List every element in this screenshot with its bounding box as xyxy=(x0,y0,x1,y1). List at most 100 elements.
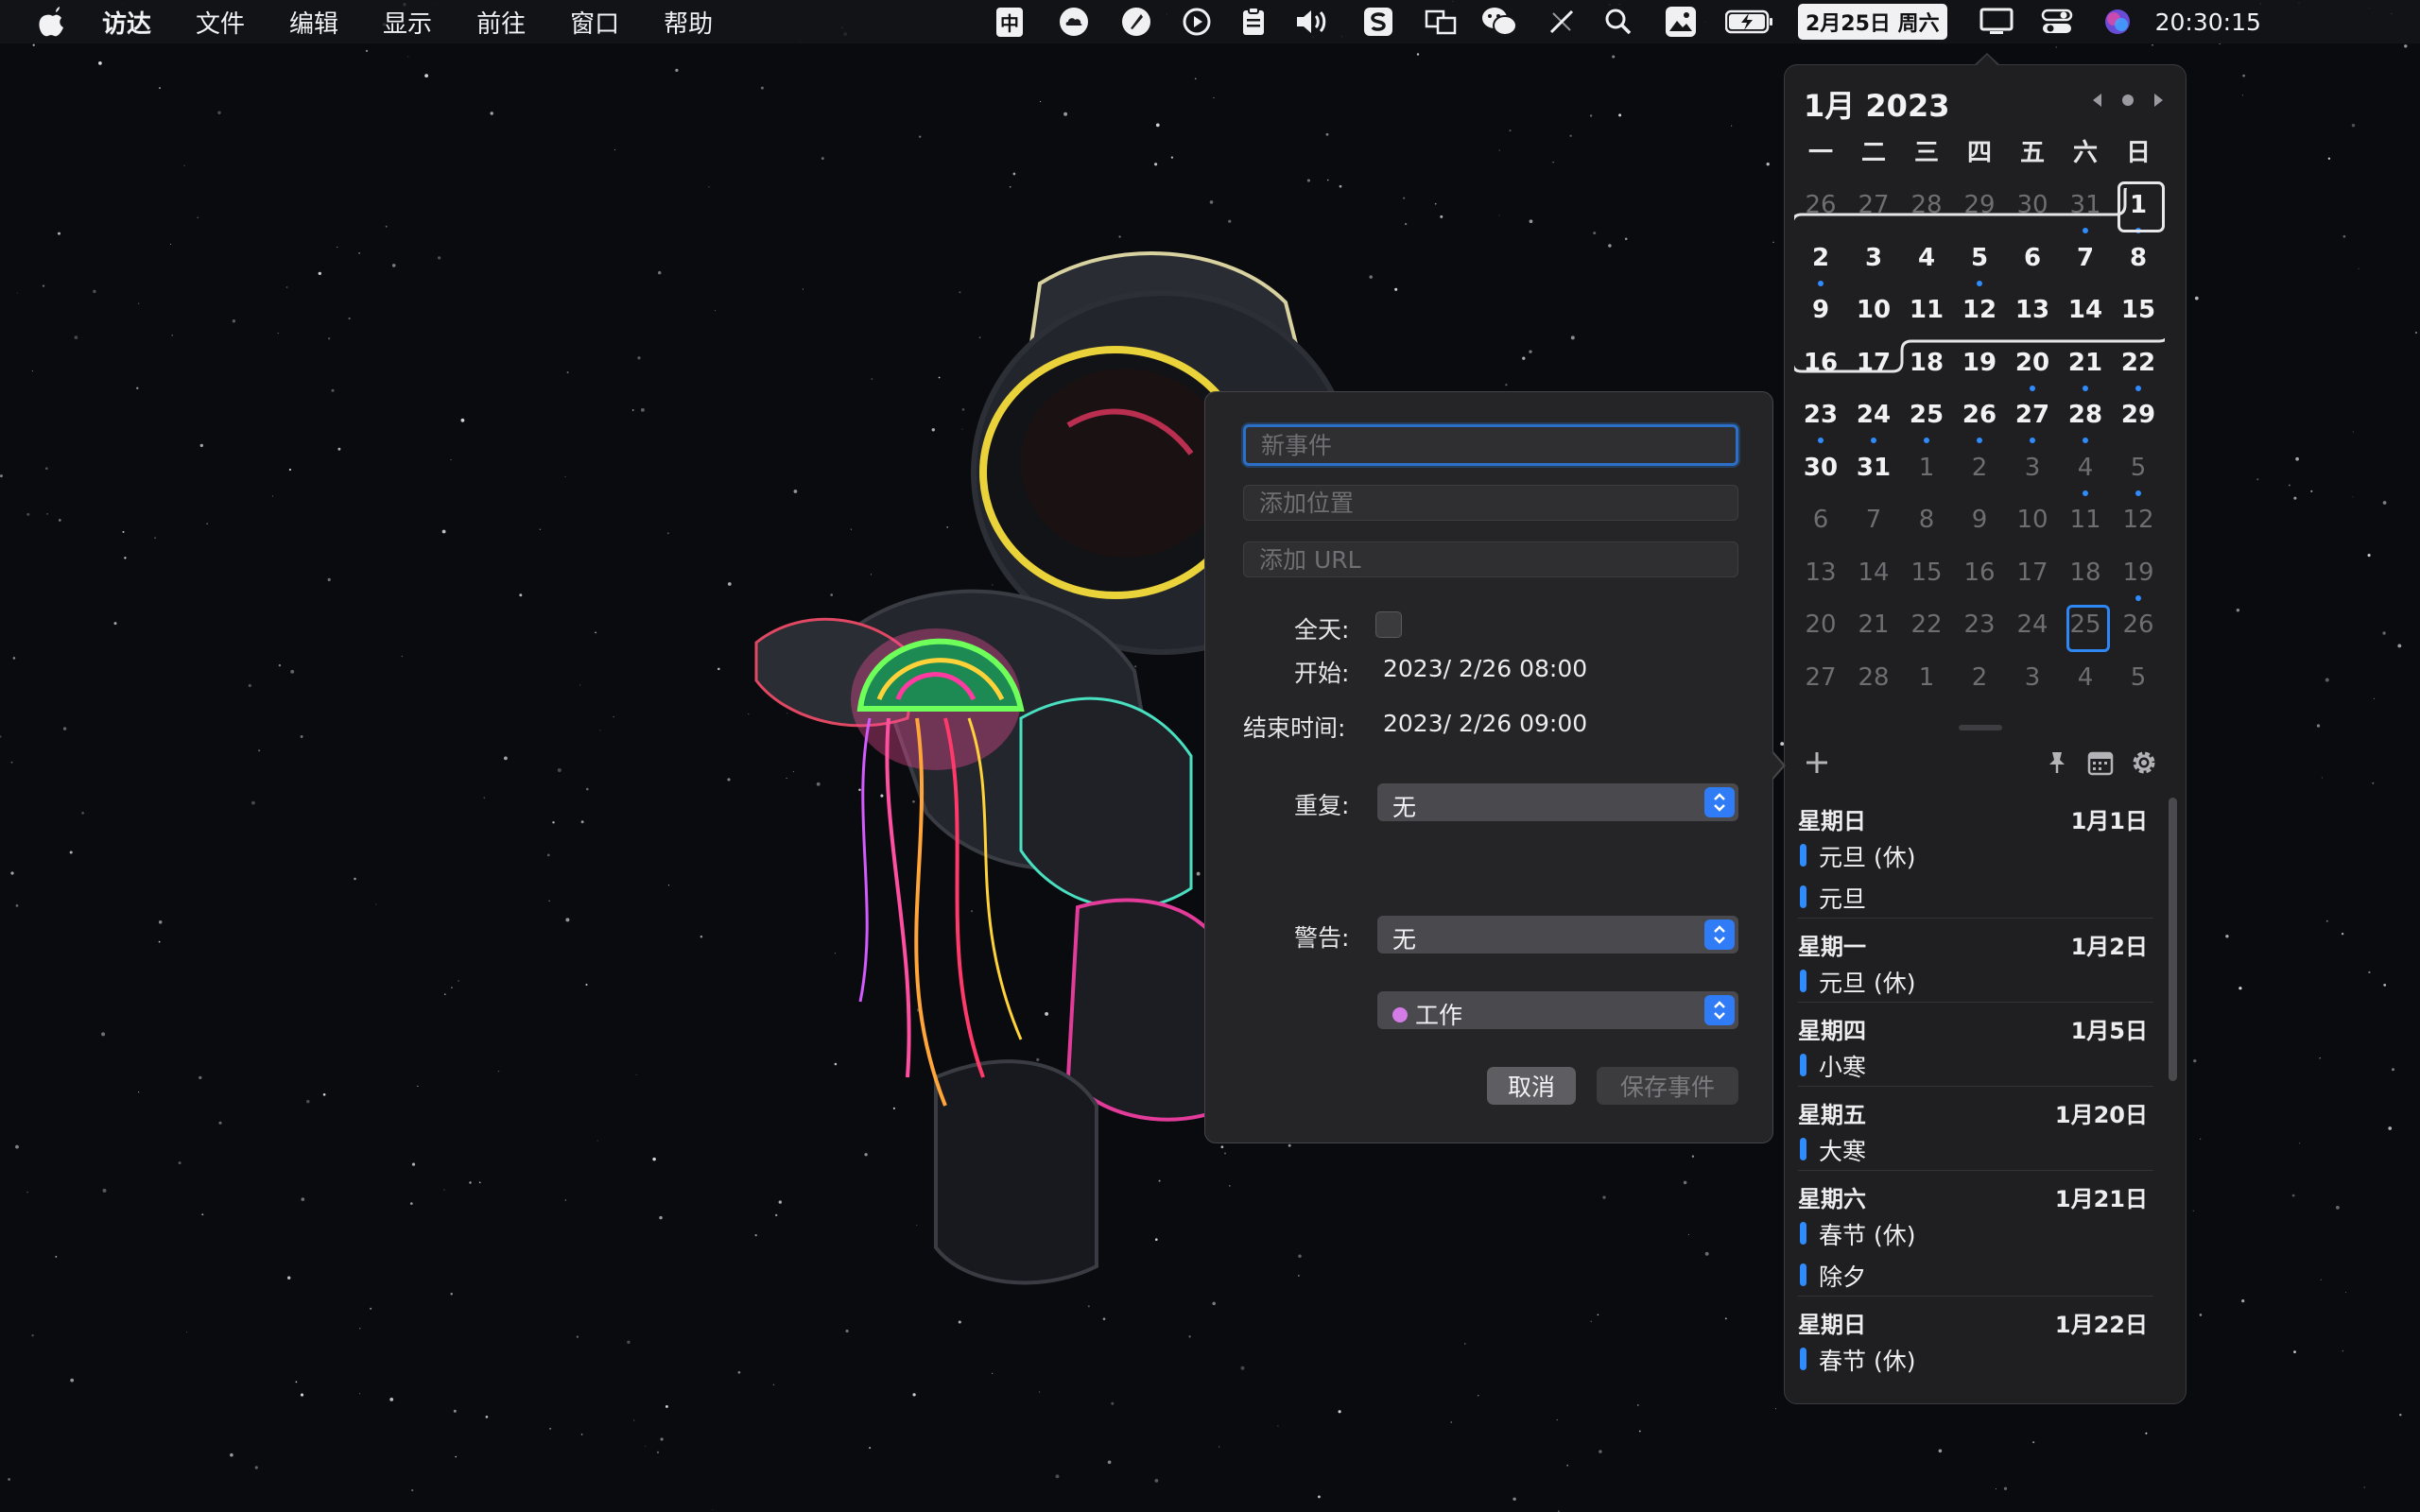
agenda-event[interactable]: 小寒 xyxy=(1798,1044,2153,1086)
calendar-day[interactable]: 20 xyxy=(2006,344,2059,397)
calendar-day[interactable]: 7 xyxy=(2059,239,2112,292)
calendar-day[interactable]: 2 xyxy=(1794,239,1847,292)
calendar-day[interactable]: 25 xyxy=(1900,396,1953,449)
calendar-day[interactable]: 24 xyxy=(1847,396,1900,449)
calendar-day[interactable]: 4 xyxy=(1900,239,1953,292)
calendar-day[interactable]: 26 xyxy=(1953,396,2006,449)
calendar-day[interactable]: 3 xyxy=(2006,659,2059,712)
calendar-day[interactable]: 27 xyxy=(1794,659,1847,712)
calendar-resize-handle[interactable] xyxy=(1959,725,2002,730)
menu-help[interactable]: 帮助 xyxy=(664,5,713,40)
calendar-day[interactable]: 9 xyxy=(1953,501,2006,554)
agenda-list[interactable]: 星期日 1月1日 元旦 (休) 元旦 星期一 1月2日 元旦 (休) 星期四 1月5日 小寒 星期五… xyxy=(1798,793,2153,1398)
display-icon[interactable] xyxy=(1970,0,2023,43)
calendar-day[interactable]: 30 xyxy=(2006,186,2059,239)
calendar-day[interactable]: 4 xyxy=(2059,449,2112,502)
calendar-day[interactable]: 1 xyxy=(1900,449,1953,502)
calendar-day[interactable]: 28 xyxy=(1847,659,1900,712)
save-event-button[interactable]: 保存事件 xyxy=(1597,1067,1738,1105)
calendar-day[interactable]: 17 xyxy=(2006,554,2059,607)
calendar-day[interactable]: 31 xyxy=(2059,186,2112,239)
clipboard-icon[interactable] xyxy=(1227,0,1280,43)
repeat-select[interactable]: 无 xyxy=(1377,783,1738,821)
calendar-day[interactable]: 19 xyxy=(1953,344,2006,397)
calendar-day[interactable]: 28 xyxy=(1900,186,1953,239)
calendar-day[interactable]: 5 xyxy=(2112,449,2165,502)
allday-checkbox[interactable] xyxy=(1375,611,1402,638)
calendar-day[interactable]: 5 xyxy=(1953,239,2006,292)
calendar-day[interactable]: 15 xyxy=(1900,554,1953,607)
calendar-day[interactable]: 21 xyxy=(1847,606,1900,659)
cancel-button[interactable]: 取消 xyxy=(1487,1067,1576,1105)
volume-icon[interactable] xyxy=(1286,0,1339,43)
menu-file[interactable]: 文件 xyxy=(196,5,245,40)
app-name-menu[interactable]: 访达 xyxy=(102,5,151,40)
calendar-day-selected[interactable]: 1 xyxy=(2112,181,2165,239)
event-title-input[interactable] xyxy=(1243,424,1738,466)
agenda-scrollbar[interactable] xyxy=(2169,798,2177,1081)
agenda-event[interactable]: 除夕 xyxy=(1798,1254,2153,1296)
control-center-icon[interactable] xyxy=(2031,0,2083,43)
calendar-day[interactable]: 10 xyxy=(2006,501,2059,554)
calendar-day[interactable]: 3 xyxy=(1847,239,1900,292)
agenda-event[interactable]: 春节 (休) xyxy=(1798,1338,2153,1380)
calendar-day[interactable]: 6 xyxy=(1794,501,1847,554)
pin-icon[interactable] xyxy=(2040,746,2074,780)
calendar-day[interactable]: 29 xyxy=(2112,396,2165,449)
agenda-event[interactable]: 春节 (休) xyxy=(1798,1212,2153,1254)
calendar-day[interactable]: 14 xyxy=(2059,291,2112,344)
event-url-input[interactable] xyxy=(1243,541,1738,577)
calendar-day[interactable]: 16 xyxy=(1953,554,2006,607)
end-datetime[interactable]: 2023/ 2/26 09:00 xyxy=(1383,710,1587,737)
previous-month-icon[interactable] xyxy=(2087,90,2108,111)
menu-edit[interactable]: 编辑 xyxy=(289,5,338,40)
calendar-day[interactable]: 14 xyxy=(1847,554,1900,607)
agenda-event[interactable]: 元旦 (休) xyxy=(1798,834,2153,876)
calendar-day[interactable]: 3 xyxy=(2006,449,2059,502)
search-icon[interactable] xyxy=(1592,0,1645,43)
today-dot-icon[interactable] xyxy=(2118,90,2138,111)
apple-menu-icon[interactable] xyxy=(36,7,66,37)
calendar-day[interactable]: 2 xyxy=(1953,659,2006,712)
calendar-day[interactable]: 17 xyxy=(1847,344,1900,397)
calendar-day[interactable]: 11 xyxy=(2059,501,2112,554)
calendar-day[interactable]: 22 xyxy=(1900,606,1953,659)
settings-gear-icon[interactable] xyxy=(2127,746,2161,780)
translate-icon[interactable] xyxy=(1414,0,1467,43)
event-location-input[interactable] xyxy=(1243,485,1738,521)
calendar-day[interactable]: 26 xyxy=(2112,606,2165,659)
calendar-day[interactable]: 15 xyxy=(2112,291,2165,344)
calendar-day[interactable]: 2 xyxy=(1953,449,2006,502)
calendar-app-icon[interactable] xyxy=(2083,746,2118,780)
calendar-day[interactable]: 12 xyxy=(1953,291,2006,344)
calendar-day[interactable]: 18 xyxy=(2059,554,2112,607)
calendar-day[interactable]: 24 xyxy=(2006,606,2059,659)
s-app-icon[interactable] xyxy=(1352,0,1405,43)
calendar-day[interactable]: 23 xyxy=(1953,606,2006,659)
calendar-day[interactable]: 20 xyxy=(1794,606,1847,659)
start-datetime[interactable]: 2023/ 2/26 08:00 xyxy=(1383,655,1587,682)
calendar-day[interactable]: 11 xyxy=(1900,291,1953,344)
calendar-day[interactable]: 30 xyxy=(1794,449,1847,502)
calendar-day[interactable]: 12 xyxy=(2112,501,2165,554)
calendar-day[interactable]: 27 xyxy=(1847,186,1900,239)
menu-window[interactable]: 窗口 xyxy=(570,5,619,40)
agenda-event[interactable]: 大寒 xyxy=(1798,1128,2153,1170)
calendar-day[interactable]: 9 xyxy=(1794,291,1847,344)
calendar-day[interactable]: 31 xyxy=(1847,449,1900,502)
date-badge[interactable]: 2月25日 周六 xyxy=(1798,0,1947,43)
calendar-day[interactable]: 27 xyxy=(2006,396,2059,449)
menu-view[interactable]: 显示 xyxy=(383,5,432,40)
alert-select[interactable]: 无 xyxy=(1377,916,1738,954)
calendar-day[interactable]: 8 xyxy=(1900,501,1953,554)
calendar-day[interactable]: 18 xyxy=(1900,344,1953,397)
calendar-day[interactable]: 13 xyxy=(2006,291,2059,344)
calendar-day[interactable]: 23 xyxy=(1794,396,1847,449)
calendar-day[interactable]: 1 xyxy=(1900,659,1953,712)
calendar-day-today[interactable]: 25 xyxy=(2059,605,2112,659)
calendar-day[interactable]: 13 xyxy=(1794,554,1847,607)
calendar-day[interactable]: 28 xyxy=(2059,396,2112,449)
calendar-day[interactable]: 8 xyxy=(2112,239,2165,292)
play-icon[interactable] xyxy=(1170,0,1223,43)
agenda-event[interactable]: 元旦 (休) xyxy=(1798,960,2153,1002)
